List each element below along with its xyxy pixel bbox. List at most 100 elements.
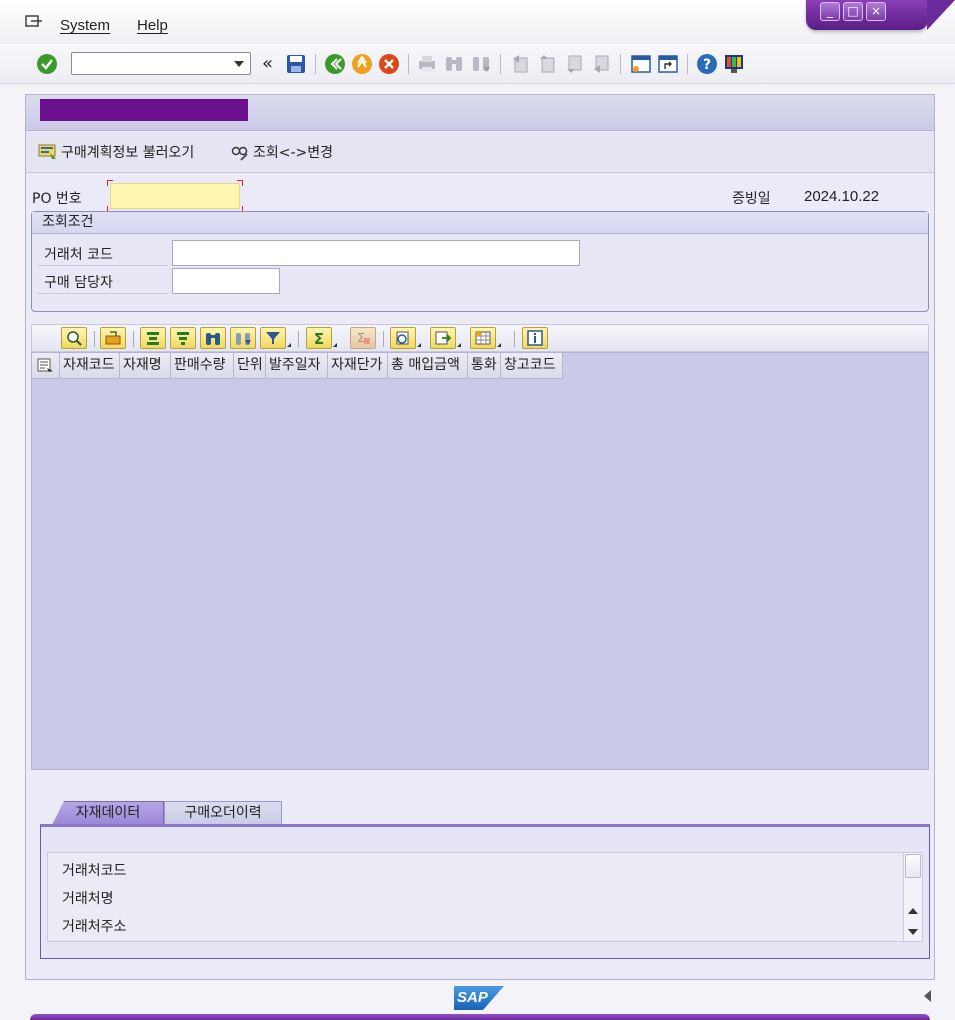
toolbar-separator — [620, 54, 621, 74]
toolbar-separator — [500, 54, 501, 74]
scroll-thumb[interactable] — [905, 854, 921, 878]
vendor-info-list: 거래처코드 거래처명 거래처주소 — [47, 852, 905, 942]
vertical-scrollbar[interactable] — [903, 852, 923, 942]
vendor-code-input[interactable] — [173, 241, 579, 265]
svg-text:Σ: Σ — [357, 331, 365, 345]
po-number-field[interactable] — [110, 183, 240, 209]
column-header[interactable]: 자재단가 — [328, 353, 388, 379]
vendor-address-text: 거래처주소 — [62, 919, 127, 935]
shortcut-icon[interactable] — [657, 53, 679, 75]
grid-toolbar-separator — [133, 331, 134, 347]
grid-toolbar: Σ Σ — [31, 324, 929, 352]
column-header[interactable]: 창고코드 — [501, 353, 563, 379]
subtotals-icon: Σ — [350, 327, 376, 349]
load-purchase-plan-button[interactable]: 구매계획정보 불러오기 — [38, 142, 194, 162]
main-screen: 구매계획정보 불러오기 조회<->변경 PO 번호 증빙일 2024.10.22… — [25, 94, 935, 980]
maximize-icon[interactable]: □ — [843, 2, 863, 21]
po-number-input[interactable] — [111, 184, 239, 208]
status-expand-icon[interactable] — [924, 990, 931, 1002]
column-header[interactable]: 자재명 — [120, 353, 171, 379]
layout-icon[interactable] — [470, 327, 501, 349]
create-session-icon[interactable] — [630, 53, 652, 75]
print-icon — [419, 56, 435, 72]
scroll-down-icon[interactable] — [908, 929, 918, 935]
sort-descending-icon[interactable] — [170, 327, 196, 349]
standard-toolbar: « ? — [0, 44, 955, 84]
document-date-value: 2024.10.22 — [804, 188, 880, 205]
menu-help[interactable]: Help — [137, 17, 168, 34]
buyer-row: 구매 담당자 — [38, 268, 918, 294]
close-icon[interactable]: × — [866, 2, 886, 21]
sort-ascending-icon[interactable] — [140, 327, 166, 349]
command-input[interactable] — [72, 53, 222, 74]
grid-toolbar-separator — [383, 331, 384, 347]
vendor-name-text: 거래처명 — [62, 891, 114, 907]
enter-check-icon[interactable] — [36, 53, 58, 75]
column-header[interactable]: 발주일자 — [266, 353, 328, 379]
find-next-icon[interactable] — [230, 327, 256, 349]
cancel-icon[interactable] — [378, 53, 400, 75]
column-header[interactable]: 총 매입금액 — [388, 353, 468, 379]
redacted-title — [40, 99, 248, 121]
vendor-code-text: 거래처코드 — [62, 863, 127, 879]
document-date-label: 증빙일 — [732, 191, 771, 207]
menu-system[interactable]: System — [60, 17, 110, 34]
find-next-icon — [473, 57, 490, 72]
svg-text:Σ: Σ — [314, 330, 324, 346]
buyer-label: 구매 담당자 — [44, 275, 113, 291]
vendor-code-label: 거래처 코드 — [44, 247, 113, 263]
data-grid[interactable]: 자재코드 자재명 판매수량 단위 발주일자 자재단가 총 매입금액 통화 창고코… — [31, 352, 929, 770]
required-marker — [237, 180, 243, 186]
back-arrow-icon[interactable]: « — [262, 53, 273, 74]
save-icon[interactable] — [285, 53, 307, 75]
glasses-pencil-icon — [231, 146, 248, 161]
select-all-icon[interactable] — [32, 353, 60, 379]
export-icon[interactable] — [430, 327, 461, 349]
first-page-icon — [513, 55, 528, 73]
po-number-label: PO 번호 — [32, 191, 82, 207]
find-icon[interactable] — [200, 327, 226, 349]
column-header[interactable]: 통화 — [468, 353, 501, 379]
details-icon[interactable] — [61, 327, 87, 349]
filter-icon[interactable] — [260, 327, 291, 349]
tab-material-data[interactable]: 자재데이터 — [52, 801, 164, 825]
search-conditions-group: 조회조건 거래처 코드 구매 담당자 — [31, 211, 929, 312]
minimize-icon[interactable]: _ — [820, 2, 840, 21]
load-document-icon — [38, 144, 56, 159]
toolbar-separator — [315, 54, 316, 74]
buyer-input[interactable] — [173, 269, 279, 293]
display-change-toggle-label: 조회<->변경 — [253, 145, 334, 161]
bottom-frame-edge — [30, 1014, 930, 1020]
column-header[interactable]: 자재코드 — [60, 353, 120, 379]
group-title: 조회조건 — [32, 212, 928, 234]
exit-icon[interactable] — [351, 53, 373, 75]
grid-toolbar-separator — [514, 331, 515, 347]
refresh-icon[interactable] — [100, 327, 126, 349]
column-header[interactable]: 단위 — [234, 353, 266, 379]
grid-toolbar-separator — [94, 331, 95, 347]
chevron-down-icon[interactable] — [234, 61, 244, 67]
last-page-icon — [594, 55, 609, 73]
load-purchase-plan-label: 구매계획정보 불러오기 — [61, 145, 195, 161]
window-controls: _ □ × — [806, 0, 955, 30]
previous-page-icon — [540, 55, 555, 73]
back-icon[interactable] — [324, 53, 346, 75]
print-preview-icon[interactable] — [390, 327, 421, 349]
vendor-code-row: 거래처 코드 — [38, 240, 918, 266]
buyer-field[interactable] — [172, 268, 280, 294]
toolbar-separator — [408, 54, 409, 74]
command-field[interactable] — [71, 52, 251, 75]
sum-icon[interactable]: Σ — [306, 327, 337, 349]
vendor-code-field[interactable] — [172, 240, 580, 266]
info-icon[interactable] — [522, 327, 548, 349]
scroll-up-icon[interactable] — [908, 908, 918, 914]
display-change-toggle-button[interactable]: 조회<->변경 — [230, 142, 333, 162]
customize-layout-icon[interactable] — [723, 53, 745, 75]
column-header[interactable]: 판매수량 — [171, 353, 234, 379]
application-toolbar: 구매계획정보 불러오기 조회<->변경 — [26, 132, 934, 173]
grid-toolbar-separator — [298, 331, 299, 347]
help-icon[interactable]: ? — [696, 53, 718, 75]
find-icon — [446, 57, 462, 71]
tab-purchase-order-history[interactable]: 구매오더이력 — [164, 801, 282, 825]
menu-icon[interactable] — [25, 15, 43, 29]
